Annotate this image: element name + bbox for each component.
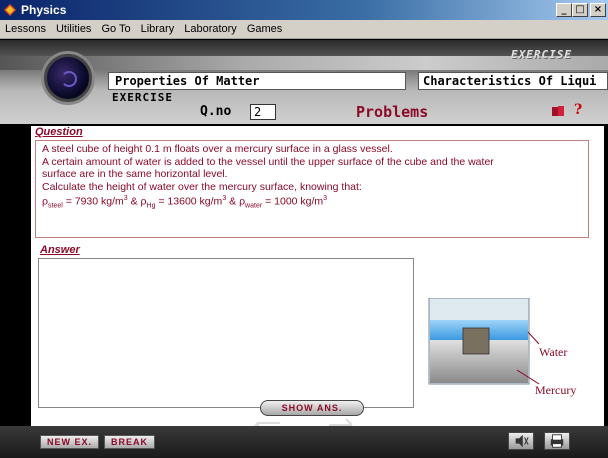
window-title: Physics: [21, 3, 67, 17]
sound-button[interactable]: [508, 432, 534, 450]
question-line: A steel cube of height 0.1 m floats over…: [42, 143, 393, 155]
show-answer-button[interactable]: SHOW ANS.: [260, 400, 364, 416]
close-button[interactable]: ×: [590, 3, 606, 17]
header: EXERCISE Properties Of Matter Characteri…: [0, 40, 608, 124]
book-icon[interactable]: [552, 106, 564, 117]
minimize-button[interactable]: _: [556, 3, 572, 17]
help-icon[interactable]: ?: [574, 102, 582, 118]
menu-games[interactable]: Games: [242, 23, 287, 35]
print-button[interactable]: [544, 432, 570, 450]
vessel-diagram: Water Mercury: [428, 298, 576, 397]
topic-field: Properties Of Matter: [108, 72, 406, 90]
menu-lessons[interactable]: Lessons: [0, 23, 51, 35]
menu-library[interactable]: Library: [136, 23, 180, 35]
qno-label: Q.no: [200, 104, 232, 119]
density-line: ρsteel = 7930 kg/m3 & ρHg = 13600 kg/m3 …: [42, 195, 328, 210]
water-label: Water: [539, 345, 567, 359]
maximize-button[interactable]: □: [572, 3, 588, 17]
steel-cube: [462, 327, 490, 355]
section-title: Problems: [356, 103, 429, 121]
title-bar: Physics _ □ ×: [0, 0, 608, 20]
app-area: EXERCISE Properties Of Matter Characteri…: [0, 40, 608, 458]
question-line: surface are in the same horizontal level…: [42, 168, 228, 180]
break-button[interactable]: BREAK: [104, 435, 156, 449]
menu-bar: Lessons Utilities Go To Library Laborato…: [0, 20, 608, 39]
exercise-logo: EXERCISE: [511, 48, 572, 61]
question-box: A steel cube of height 0.1 m floats over…: [35, 140, 589, 238]
mode-label: EXERCISE: [112, 91, 173, 104]
answer-heading: Answer: [40, 244, 80, 256]
printer-icon: [550, 434, 564, 448]
new-exercise-button[interactable]: NEW EX.: [40, 435, 100, 449]
answer-box[interactable]: [38, 258, 414, 408]
subtopic-field: Characteristics Of Liqui: [418, 72, 608, 90]
content-panel: Question A steel cube of height 0.1 m fl…: [31, 126, 604, 426]
app-icon: [4, 4, 16, 16]
bottom-bar: NEW EX. BREAK: [0, 426, 608, 458]
menu-utilities[interactable]: Utilities: [51, 23, 96, 35]
question-line: A certain amount of water is added to th…: [42, 155, 494, 168]
qno-input[interactable]: 2: [250, 104, 276, 120]
question-line: Calculate the height of water over the m…: [42, 180, 362, 193]
mercury-label: Mercury: [535, 383, 576, 397]
question-heading: Question: [35, 126, 83, 138]
menu-go-to[interactable]: Go To: [96, 23, 135, 35]
atom-logo-icon: [44, 54, 92, 102]
speaker-icon: [515, 434, 529, 448]
menu-laboratory[interactable]: Laboratory: [179, 23, 242, 35]
